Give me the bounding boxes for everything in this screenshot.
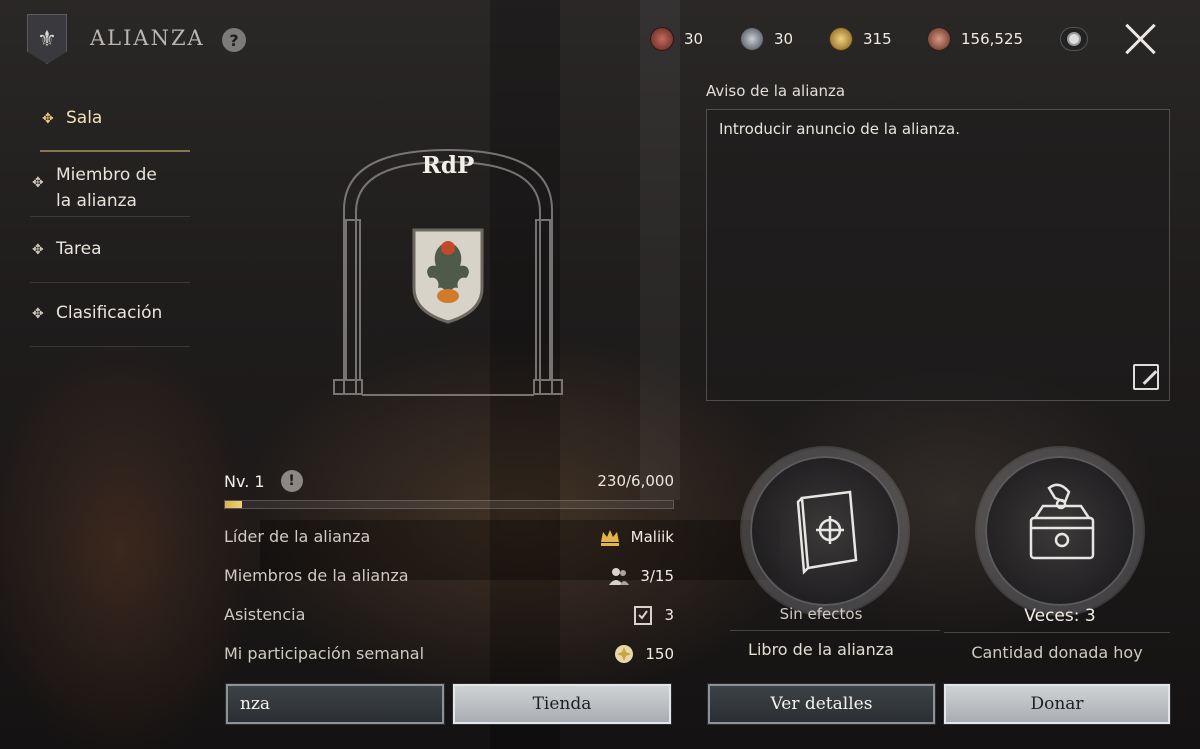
level-group: Nv. 1 ! bbox=[224, 470, 303, 492]
donation-label: Cantidad donada hoy bbox=[971, 643, 1143, 662]
stat-value-group: 3/15 bbox=[608, 565, 674, 587]
notice-title: Aviso de la alianza bbox=[706, 82, 846, 100]
currency-toggle-button[interactable] bbox=[1060, 27, 1088, 51]
alliance-menu-button[interactable]: nza bbox=[225, 683, 445, 725]
diamond-icon: ✥ bbox=[32, 242, 44, 258]
resource-red-gem: 30 bbox=[650, 27, 703, 51]
notice-box[interactable]: Introducir anuncio de la alianza. bbox=[706, 109, 1170, 401]
dragon-shield-emblem-icon bbox=[412, 228, 484, 324]
book-icon bbox=[796, 490, 858, 575]
help-button[interactable]: ? bbox=[222, 28, 246, 52]
stat-row-members: Miembros de la alianza 3/15 bbox=[224, 556, 674, 595]
sidebar-item-label: Tarea bbox=[56, 239, 102, 259]
resource-value: 30 bbox=[684, 30, 704, 48]
diamond-icon: ✥ bbox=[32, 306, 44, 322]
stat-row-leader: Líder de la alianza Maliik bbox=[224, 517, 674, 556]
diamond-icon: ✥ bbox=[32, 175, 44, 191]
sidebar-item-clasificacion[interactable]: ✥ Clasificación bbox=[30, 283, 190, 347]
resource-gold-coin: 315 bbox=[829, 27, 892, 51]
leader-name: Maliik bbox=[630, 527, 674, 546]
stat-value-group: Maliik bbox=[599, 526, 674, 548]
members-icon bbox=[609, 567, 630, 585]
page-title: ALIANZA bbox=[90, 26, 205, 50]
diamond-icon: ✥ bbox=[42, 111, 54, 127]
alliance-name: RdP bbox=[421, 152, 475, 179]
copper-coin-icon bbox=[927, 27, 951, 51]
divider bbox=[730, 630, 940, 631]
alliance-crest-icon: ⚜ bbox=[27, 14, 67, 64]
level-info-button[interactable]: ! bbox=[280, 470, 303, 492]
xp-progress-fill bbox=[225, 501, 243, 508]
stat-label: Líder de la alianza bbox=[224, 527, 371, 546]
stat-value-group: 150 bbox=[613, 643, 674, 665]
xp-progress-bar bbox=[224, 500, 674, 509]
red-gem-icon bbox=[650, 27, 674, 51]
stat-label: Mi participación semanal bbox=[224, 644, 425, 663]
close-button[interactable] bbox=[1124, 22, 1158, 56]
donation-medallion[interactable] bbox=[985, 456, 1135, 606]
sidebar-item-label: Miembro de la alianza bbox=[56, 165, 157, 211]
crown-icon bbox=[600, 529, 619, 546]
sidebar-item-label: Clasificación bbox=[56, 303, 163, 323]
donation-times: Veces: 3 bbox=[1024, 606, 1096, 626]
divider bbox=[944, 632, 1170, 633]
alliance-book-medallion[interactable] bbox=[750, 456, 900, 606]
alliance-stats: Nv. 1 ! 230/6,000 Líder de la alianza Ma… bbox=[224, 468, 674, 673]
donate-button[interactable]: Donar bbox=[943, 683, 1171, 725]
gold-coin-icon bbox=[829, 27, 853, 51]
edit-icon[interactable] bbox=[1133, 364, 1159, 390]
resource-value: 156,525 bbox=[961, 30, 1024, 48]
level-row: Nv. 1 ! 230/6,000 bbox=[224, 468, 674, 494]
sidebar-item-sala[interactable]: ✥ Sala bbox=[40, 86, 190, 152]
stat-value-group: 3 bbox=[632, 604, 674, 626]
book-label: Libro de la alianza bbox=[748, 640, 894, 659]
resource-value: 30 bbox=[774, 30, 794, 48]
xp-value: 230/6,000 bbox=[597, 472, 674, 490]
checklist-icon bbox=[634, 605, 653, 625]
donation-chest-icon bbox=[1029, 483, 1095, 560]
shop-button[interactable]: Tienda bbox=[452, 683, 672, 725]
stat-label: Asistencia bbox=[224, 605, 306, 624]
sidebar-item-miembro[interactable]: ✥ Miembro de la alianza bbox=[30, 152, 190, 217]
stat-row-weekly: Mi participación semanal 150 bbox=[224, 634, 674, 673]
sidebar-item-label: Sala bbox=[66, 108, 103, 128]
members-count: 3/15 bbox=[640, 566, 674, 585]
coin-icon bbox=[1067, 32, 1081, 46]
stat-label: Miembros de la alianza bbox=[224, 566, 409, 585]
resource-silver-gem: 30 bbox=[740, 27, 793, 51]
resource-value: 315 bbox=[863, 30, 892, 48]
sidebar-item-tarea[interactable]: ✥ Tarea bbox=[30, 217, 190, 283]
resource-copper-coin: 156,525 bbox=[927, 27, 1023, 51]
contribution-icon bbox=[615, 644, 634, 663]
notice-text: Introducir anuncio de la alianza. bbox=[719, 120, 960, 138]
weekly-contribution: 150 bbox=[645, 644, 674, 663]
book-status: Sin efectos bbox=[779, 605, 863, 623]
silver-gem-icon bbox=[740, 27, 764, 51]
top-bar: ⚜ ALIANZA ? 30 30 315 156,525 bbox=[0, 0, 1200, 80]
level-label: Nv. 1 bbox=[224, 471, 265, 491]
sidebar: ✥ Sala ✥ Miembro de la alianza ✥ Tarea ✥… bbox=[30, 86, 190, 347]
stat-row-attendance: Asistencia 3 bbox=[224, 595, 674, 634]
attendance-count: 3 bbox=[664, 605, 674, 624]
view-details-button[interactable]: Ver detalles bbox=[707, 683, 936, 725]
